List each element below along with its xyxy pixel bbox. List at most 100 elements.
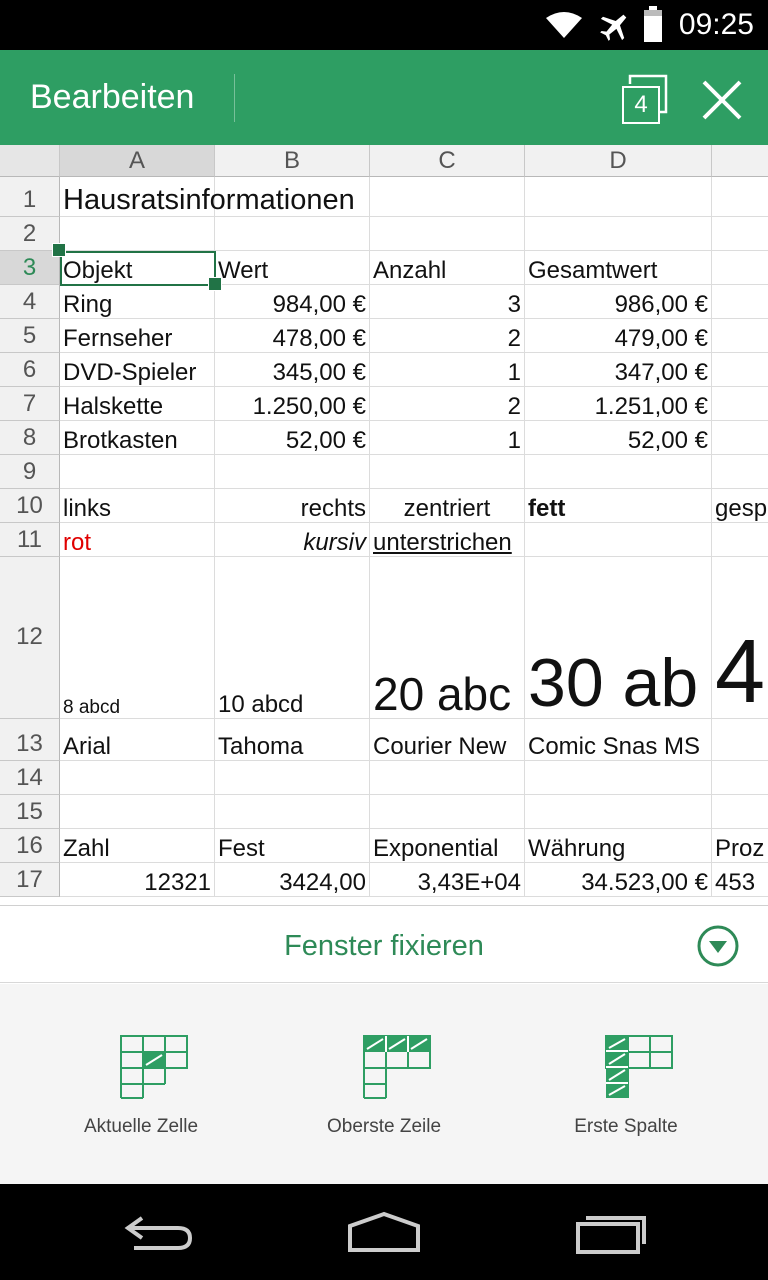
cell-d1[interactable] — [525, 177, 712, 217]
cell-1[interactable] — [712, 177, 768, 217]
row-header[interactable]: 15 — [0, 795, 60, 829]
column-header[interactable]: B — [215, 145, 370, 177]
cell-a10[interactable]: links — [60, 489, 215, 523]
row-header[interactable]: 12 — [0, 557, 60, 719]
cell-d11[interactable] — [525, 523, 712, 557]
cell-a16[interactable]: Zahl — [60, 829, 215, 863]
row-header[interactable]: 7 — [0, 387, 60, 421]
cell-c16[interactable]: Exponential — [370, 829, 525, 863]
cell-a13[interactable]: Arial — [60, 719, 215, 761]
cell-16[interactable]: Proz — [712, 829, 768, 863]
row-header[interactable]: 11 — [0, 523, 60, 557]
row-header[interactable]: 1 — [0, 177, 60, 217]
row-header[interactable]: 5 — [0, 319, 60, 353]
cell-9[interactable] — [712, 455, 768, 489]
cell-b4[interactable]: 984,00 € — [215, 285, 370, 319]
cell-12[interactable]: 4 — [712, 557, 768, 719]
cell-b5[interactable]: 478,00 € — [215, 319, 370, 353]
row-header[interactable]: 3 — [0, 251, 60, 285]
cell-b16[interactable]: Fest — [215, 829, 370, 863]
cell-d9[interactable] — [525, 455, 712, 489]
cell-a14[interactable] — [60, 761, 215, 795]
row-header[interactable]: 10 — [0, 489, 60, 523]
cell-7[interactable] — [712, 387, 768, 421]
selection-handle-end[interactable] — [208, 277, 222, 291]
cell-13[interactable] — [712, 719, 768, 761]
cell-c3[interactable]: Anzahl — [370, 251, 525, 285]
cell-d5[interactable]: 479,00 € — [525, 319, 712, 353]
cell-a6[interactable]: DVD-Spieler — [60, 353, 215, 387]
sheets-button[interactable]: 4 — [616, 72, 672, 126]
cell-5[interactable] — [712, 319, 768, 353]
cell-c8[interactable]: 1 — [370, 421, 525, 455]
cell-b9[interactable] — [215, 455, 370, 489]
cell-a11[interactable]: rot — [60, 523, 215, 557]
cell-c15[interactable] — [370, 795, 525, 829]
cell-b17[interactable]: 3424,00 — [215, 863, 370, 897]
cell-a12[interactable]: 8 abcd — [60, 557, 215, 719]
row-header[interactable]: 14 — [0, 761, 60, 795]
cell-c1[interactable] — [370, 177, 525, 217]
page-title[interactable]: Bearbeiten — [30, 78, 194, 117]
cell-b2[interactable] — [215, 217, 370, 251]
cell-c14[interactable] — [370, 761, 525, 795]
cell-a1[interactable]: Hausratsinformationen — [60, 177, 355, 217]
cell-b12[interactable]: 10 abcd — [215, 557, 370, 719]
freeze-current-cell-button[interactable]: Aktuelle Zelle — [13, 984, 269, 1184]
cell-c5[interactable]: 2 — [370, 319, 525, 353]
row-header[interactable]: 9 — [0, 455, 60, 489]
cell-c10[interactable]: zentriert — [370, 489, 525, 523]
freeze-top-row-button[interactable]: Oberste Zeile — [256, 984, 512, 1184]
cell-2[interactable] — [712, 217, 768, 251]
cell-b8[interactable]: 52,00 € — [215, 421, 370, 455]
spreadsheet-grid[interactable]: A B C D 1 Hausratsinformationen 2 3 Objekt Wert An… — [0, 145, 768, 905]
cell-c4[interactable]: 3 — [370, 285, 525, 319]
cell-3[interactable] — [712, 251, 768, 285]
cell-b13[interactable]: Tahoma — [215, 719, 370, 761]
cell-a5[interactable]: Fernseher — [60, 319, 215, 353]
row-header[interactable]: 13 — [0, 719, 60, 761]
cell-14[interactable] — [712, 761, 768, 795]
close-icon[interactable] — [698, 76, 746, 124]
cell-a7[interactable]: Halskette — [60, 387, 215, 421]
cell-11[interactable] — [712, 523, 768, 557]
cell-a2[interactable] — [60, 217, 215, 251]
cell-d10[interactable]: fett — [525, 489, 712, 523]
cell-a3[interactable]: Objekt — [60, 251, 215, 285]
cell-c11[interactable]: unterstrichen — [370, 523, 525, 557]
selection-handle-start[interactable] — [52, 243, 66, 257]
cell-b1[interactable] — [215, 177, 370, 217]
cell-6[interactable] — [712, 353, 768, 387]
cell-d4[interactable]: 986,00 € — [525, 285, 712, 319]
cell-a4[interactable]: Ring — [60, 285, 215, 319]
cell-a8[interactable]: Brotkasten — [60, 421, 215, 455]
cell-b14[interactable] — [215, 761, 370, 795]
cell-4[interactable] — [712, 285, 768, 319]
row-header[interactable]: 2 — [0, 217, 60, 251]
recent-apps-icon[interactable] — [570, 1206, 650, 1258]
row-header[interactable]: 16 — [0, 829, 60, 863]
cell-a17[interactable]: 12321 — [60, 863, 215, 897]
cell-c17[interactable]: 3,43E+04 — [370, 863, 525, 897]
cell-10[interactable]: gesp — [712, 489, 768, 523]
cell-b11[interactable]: kursiv — [215, 523, 370, 557]
home-icon[interactable] — [344, 1206, 424, 1258]
row-header[interactable]: 4 — [0, 285, 60, 319]
cell-c13[interactable]: Courier New — [370, 719, 525, 761]
cell-d3[interactable]: Gesamtwert — [525, 251, 712, 285]
cell-d15[interactable] — [525, 795, 712, 829]
cell-15[interactable] — [712, 795, 768, 829]
select-all-corner[interactable] — [0, 145, 60, 177]
cell-b7[interactable]: 1.250,00 € — [215, 387, 370, 421]
row-header[interactable]: 6 — [0, 353, 60, 387]
cell-b15[interactable] — [215, 795, 370, 829]
cell-a15[interactable] — [60, 795, 215, 829]
cell-d2[interactable] — [525, 217, 712, 251]
cell-d8[interactable]: 52,00 € — [525, 421, 712, 455]
cell-d6[interactable]: 347,00 € — [525, 353, 712, 387]
cell-b3[interactable]: Wert — [215, 251, 370, 285]
row-header[interactable]: 8 — [0, 421, 60, 455]
cell-17[interactable]: 453 — [712, 863, 768, 897]
cell-c12[interactable]: 20 abc — [370, 557, 525, 719]
column-header[interactable] — [712, 145, 768, 177]
